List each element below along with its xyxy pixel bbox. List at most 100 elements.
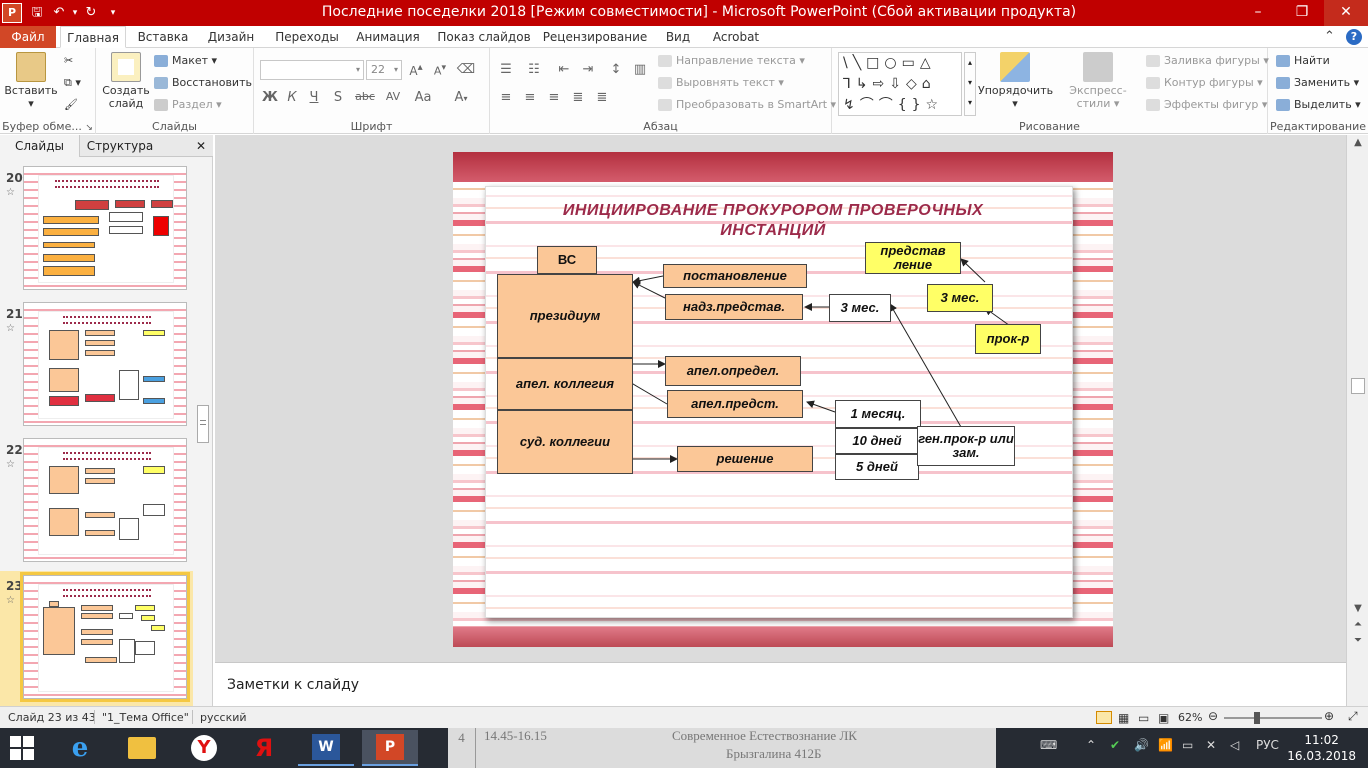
customize-quick-access-icon[interactable]: ▾ — [104, 4, 122, 22]
reset-button[interactable]: Восстановить — [154, 76, 252, 89]
previous-slide-icon[interactable]: ⏶ — [1347, 619, 1368, 630]
editor-scroll-thumb[interactable] — [1351, 378, 1365, 394]
smartart-button[interactable]: Преобразовать в SmartArt ▾ — [658, 98, 836, 111]
language-indicator[interactable]: русский — [200, 711, 247, 724]
box-nadz-predstav[interactable]: надз.представ. — [665, 294, 803, 320]
box-3-mes[interactable]: 3 мес. — [829, 294, 891, 322]
input-language[interactable]: РУС — [1256, 738, 1279, 752]
slide-title-line2[interactable]: ИНСТАНЦИЙ — [513, 222, 1033, 240]
scroll-down-icon[interactable]: ▼ — [1347, 603, 1368, 614]
ribbon-collapse-icon[interactable]: ⌃ — [1324, 29, 1335, 44]
box-presidium[interactable]: президиум — [497, 274, 633, 358]
help-icon[interactable]: ? — [1346, 29, 1362, 45]
scroll-up-icon[interactable]: ▲ — [1347, 137, 1368, 148]
strikethrough-button[interactable]: abc — [352, 90, 378, 103]
zoom-slider[interactable] — [1224, 712, 1322, 724]
save-icon[interactable]: 🖫 — [28, 4, 46, 22]
zoom-in-icon[interactable]: ⊕ — [1324, 709, 1334, 723]
bold-button[interactable]: Ж — [260, 90, 280, 105]
theme-name[interactable]: "1_Тема Office" — [102, 711, 189, 724]
tab-slideshow[interactable]: Показ слайдов — [432, 26, 536, 48]
internet-explorer-icon[interactable]: e — [52, 730, 108, 766]
bullets-icon[interactable]: ☰ — [496, 62, 516, 77]
box-vs[interactable]: ВС — [537, 246, 597, 274]
tab-design[interactable]: Дизайн — [200, 26, 262, 48]
speaker-icon[interactable]: 🔊 — [1134, 738, 1149, 752]
text-direction-button[interactable]: Направление текста ▾ — [658, 54, 805, 67]
font-size-combo[interactable]: 22 ▾ — [366, 60, 402, 80]
next-slide-icon[interactable]: ⏷ — [1347, 635, 1368, 646]
slide-title-line1[interactable]: ИНИЦИИРОВАНИЕ ПРОКУРОРОМ ПРОВЕРОЧНЫХ — [513, 202, 1033, 220]
tab-animation[interactable]: Анимация — [350, 26, 426, 48]
tab-transitions[interactable]: Переходы — [270, 26, 344, 48]
shape-fill-button[interactable]: Заливка фигуры ▾ — [1146, 54, 1269, 67]
windows-start-icon[interactable] — [10, 736, 34, 760]
slide-thumbnail[interactable] — [23, 438, 187, 562]
slide-thumbnail-selected[interactable] — [20, 572, 190, 702]
find-button[interactable]: Найти — [1276, 54, 1330, 67]
font-name-combo[interactable]: ▾ — [260, 60, 364, 80]
numbering-icon[interactable]: ☷ — [524, 62, 544, 77]
align-text-button[interactable]: Выровнять текст ▾ — [658, 76, 784, 89]
word-icon[interactable]: W — [298, 730, 354, 766]
box-3-mes-yellow[interactable]: 3 мес. — [927, 284, 993, 312]
change-case-button[interactable]: Aa — [410, 90, 436, 105]
italic-button[interactable]: К — [282, 90, 302, 105]
tab-slides[interactable]: Слайды — [0, 135, 80, 157]
maximize-button[interactable]: ❐ — [1280, 0, 1324, 26]
shape-effects-button[interactable]: Эффекты фигур ▾ — [1146, 98, 1267, 111]
wifi-icon[interactable]: 📶 — [1158, 738, 1173, 752]
zoom-level[interactable]: 62% — [1178, 711, 1202, 724]
box-prok-r[interactable]: прок-р — [975, 324, 1041, 354]
editor-vertical-scrollbar[interactable]: ▲ ▼ ⏶ ⏷ — [1346, 135, 1368, 706]
zoom-out-icon[interactable]: ⊖ — [1208, 709, 1218, 723]
grow-font-icon[interactable]: A▴ — [406, 62, 426, 78]
slide-thumbnail[interactable] — [23, 166, 187, 290]
align-left-icon[interactable]: ≡ — [496, 90, 516, 105]
arrange-button[interactable]: Упорядочить ▾ — [978, 52, 1053, 110]
increase-indent-icon[interactable]: ⇥ — [578, 62, 598, 77]
box-sud-kollegii[interactable]: суд. коллегии — [497, 410, 633, 474]
clear-format-icon[interactable]: ⌫ — [456, 62, 476, 77]
tab-review[interactable]: Рецензирование — [542, 26, 648, 48]
show-hidden-icons-icon[interactable]: ⌃ — [1086, 738, 1096, 752]
box-5-dney[interactable]: 5 дней — [835, 454, 919, 480]
shapes-gallery[interactable]: \╲□○▭△ ⅂↳⇨⇩◇⌂ ↯⌒⌒{}☆ — [838, 52, 962, 116]
close-button[interactable]: ✕ — [1324, 0, 1368, 26]
layout-button[interactable]: Макет ▾ — [154, 54, 217, 67]
slideshow-view-icon[interactable]: ▣ — [1158, 711, 1169, 725]
replace-button[interactable]: Заменить ▾ — [1276, 76, 1359, 89]
slide-sorter-icon[interactable]: ▦ — [1118, 711, 1129, 725]
slides-pane-scroll-thumb[interactable] — [197, 405, 209, 443]
shadow-button[interactable]: S — [328, 90, 348, 105]
paste-button[interactable]: Вставить ▾ — [4, 52, 58, 110]
justify-icon[interactable]: ≣ — [568, 90, 588, 105]
char-spacing-button[interactable]: AV — [380, 90, 406, 103]
new-slide-button[interactable]: Создать слайд — [102, 52, 150, 110]
fit-to-window-icon[interactable]: ⤢ — [1348, 709, 1358, 724]
box-postanovlenie[interactable]: постановление — [663, 264, 807, 288]
system-clock[interactable]: 11:02 16.03.2018 — [1287, 732, 1356, 764]
tab-acrobat[interactable]: Acrobat — [706, 26, 766, 48]
notes-pane[interactable]: Заметки к слайду — [215, 662, 1346, 706]
cut-icon[interactable]: ✂ — [64, 54, 73, 67]
minimize-button[interactable]: – — [1236, 0, 1280, 26]
close-pane-icon[interactable]: ✕ — [192, 135, 210, 157]
network-icon[interactable]: ✕ — [1206, 738, 1216, 752]
align-center-icon[interactable]: ≡ — [520, 90, 540, 105]
line-spacing-icon[interactable]: ↕ — [606, 62, 626, 77]
slide-thumbnail[interactable] — [23, 302, 187, 426]
box-10-dney[interactable]: 10 дней — [835, 428, 919, 454]
box-1-mesyac[interactable]: 1 месяц. — [835, 400, 921, 428]
reading-view-icon[interactable]: ▭ — [1138, 711, 1149, 725]
select-button[interactable]: Выделить ▾ — [1276, 98, 1361, 111]
powerpoint-app-icon[interactable]: P — [2, 3, 22, 23]
underline-button[interactable]: Ч — [304, 90, 324, 105]
tab-home[interactable]: Главная — [60, 26, 126, 48]
yandex-browser-icon[interactable]: Y — [176, 730, 232, 766]
yandex-icon[interactable]: Я — [236, 730, 292, 766]
tab-file[interactable]: Файл — [0, 26, 56, 48]
shapes-gallery-scroll[interactable]: ▴ ▾ ▾ — [964, 52, 976, 116]
volume-icon[interactable]: ◁ — [1230, 738, 1239, 752]
redo-icon[interactable]: ↻ — [82, 4, 100, 22]
